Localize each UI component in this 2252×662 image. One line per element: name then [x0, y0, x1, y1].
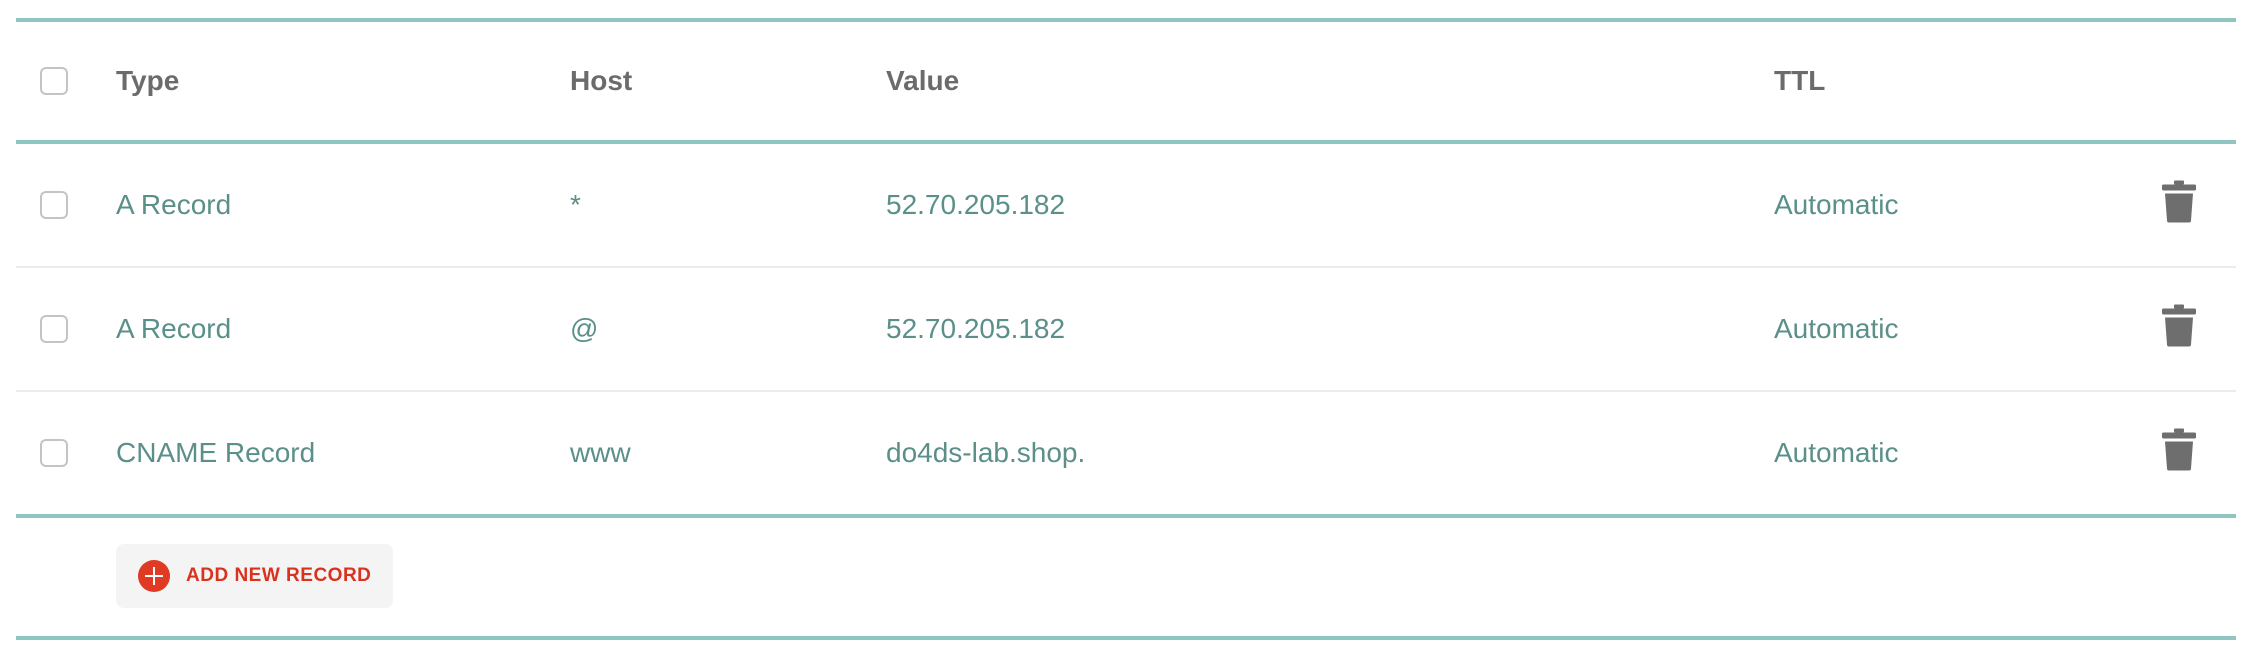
table-footer: ADD NEW RECORD [16, 518, 2236, 636]
record-ttl: Automatic [1774, 313, 1899, 344]
plus-circle-icon [138, 560, 170, 592]
record-host: @ [570, 313, 599, 344]
column-header-host[interactable]: Host [570, 65, 632, 97]
delete-record-button[interactable] [2162, 304, 2196, 354]
delete-record-button[interactable] [2162, 428, 2196, 478]
column-header-value[interactable]: Value [886, 65, 959, 97]
record-ttl: Automatic [1774, 437, 1899, 468]
dns-records-table: Type Host Value TTL A Record * 52.70.205… [16, 18, 2236, 640]
row-checkbox[interactable] [40, 191, 68, 219]
select-all-checkbox-cell [40, 67, 68, 95]
row-checkbox[interactable] [40, 439, 68, 467]
add-new-record-button[interactable]: ADD NEW RECORD [116, 544, 394, 608]
table-row: CNAME Record www do4ds-lab.shop. Automat… [16, 392, 2236, 514]
row-checkbox-cell [40, 439, 68, 467]
trash-icon[interactable] [2162, 304, 2196, 347]
add-new-record-label: ADD NEW RECORD [186, 565, 372, 586]
table-bottom-divider [16, 636, 2236, 640]
row-checkbox[interactable] [40, 315, 68, 343]
record-host: * [570, 189, 581, 220]
table-row: A Record @ 52.70.205.182 Automatic [16, 268, 2236, 390]
column-header-type[interactable]: Type [116, 65, 179, 97]
record-type: A Record [116, 189, 232, 220]
row-checkbox-cell [40, 191, 68, 219]
row-checkbox-cell [40, 315, 68, 343]
record-host: www [570, 437, 631, 468]
trash-icon[interactable] [2162, 428, 2196, 471]
select-all-checkbox[interactable] [40, 67, 68, 95]
delete-record-button[interactable] [2162, 180, 2196, 230]
record-ttl: Automatic [1774, 189, 1899, 220]
record-value: 52.70.205.182 [886, 313, 1066, 344]
column-header-ttl[interactable]: TTL [1774, 65, 1825, 97]
trash-icon[interactable] [2162, 180, 2196, 223]
table-row: A Record * 52.70.205.182 Automatic [16, 144, 2236, 266]
record-value: do4ds-lab.shop. [886, 437, 1086, 468]
record-type: CNAME Record [116, 437, 316, 468]
record-value: 52.70.205.182 [886, 189, 1066, 220]
record-type: A Record [116, 313, 232, 344]
table-header-row: Type Host Value TTL [16, 22, 2236, 140]
